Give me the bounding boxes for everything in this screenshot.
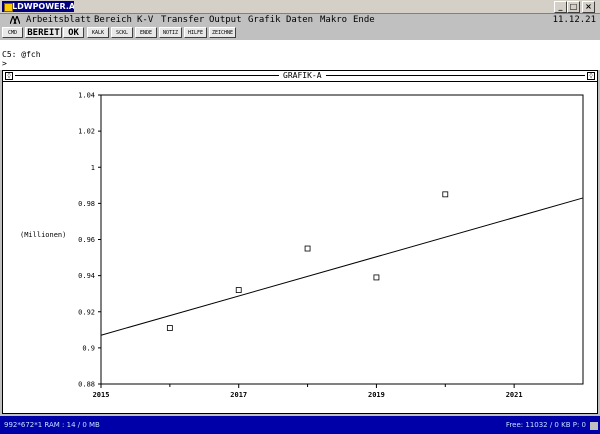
data-point [304,245,311,252]
chart-area: 0.88 0.9 0.92 0.94 0.96 0.98 1 1.02 1.04 2015 2017… [20,92,584,399]
menu-date: 11.12.21 [552,15,596,25]
title-bar[interactable]: LDWPOWER.ABC _ □ × [0,0,600,14]
y-tick-label: 0.9 [82,344,95,352]
cmd-button[interactable]: CMD [2,27,23,38]
entry-area [0,40,600,70]
y-tick-label: 0.96 [78,236,95,244]
menu-ende[interactable]: Ende [353,14,375,26]
graph-window-title: GRAFIK-A [279,71,326,80]
cell-content: @fch [21,50,41,59]
zeichne-button[interactable]: ZEICHNE [209,27,236,38]
y-tick-label: 1.02 [78,128,95,136]
status-right: Free: 11032 / 0 KB P: 0 [505,421,586,429]
minimize-button[interactable]: _ [554,1,567,13]
window-title: LDWPOWER.ABC [12,2,74,11]
data-point [373,274,380,281]
menu-grafik[interactable]: Grafik [248,14,281,26]
x-tick-label: 2021 [506,391,523,399]
data-point [166,325,173,331]
cell-entry-line[interactable]: C5: @fch [2,50,41,59]
sckl-button[interactable]: SCKL [111,27,133,38]
y-tick-label: 0.92 [78,308,95,316]
menu-daten[interactable]: Daten [286,14,313,26]
hilfe-button[interactable]: HILFE [184,27,207,38]
menu-k-v[interactable]: K-V [137,14,153,26]
x-tick-label: 2019 [368,391,385,399]
menu-output[interactable]: Output [209,14,242,26]
app-window: LDWPOWER.ABC _ □ × Arbeitsblatt Bereich … [0,0,600,434]
x-tick-label: 2017 [230,391,247,399]
trend-line [100,197,584,336]
resize-grip-icon[interactable] [590,422,598,430]
plot-frame [100,94,584,385]
graph-window-right-box[interactable]: ◊ [587,72,595,80]
menu-bar: Arbeitsblatt Bereich K-V Transfer Output… [0,14,600,26]
y-axis-label: (Millionen) [20,231,66,239]
command-prompt[interactable]: > [2,59,7,68]
app-icon [4,3,13,12]
y-tick-label: 0.94 [78,272,95,280]
bereit-button[interactable]: BEREIT [25,27,62,38]
graph-window-left-box[interactable]: ◊ [5,72,13,80]
menu-transfer[interactable]: Transfer [161,14,204,26]
y-tick-label: 0.88 [78,381,95,389]
data-point [235,287,242,293]
cell-reference: C5: [2,50,17,59]
menu-bereich[interactable]: Bereich [94,14,132,26]
kalk-button[interactable]: KALK [87,27,109,38]
maximize-button[interactable]: □ [567,1,580,13]
button-toolbar: CMD BEREIT OK KALK SCKL ENDE NOTIZ HILFE… [0,26,600,40]
menu-arbeitsblatt[interactable]: Arbeitsblatt [26,14,91,26]
notiz-button[interactable]: NOTIZ [159,27,182,38]
close-button[interactable]: × [582,1,595,13]
y-tick-label: 1.04 [78,92,95,100]
graph-window: ◊ GRAFIK-A ◊ 0.88 0.9 0.92 0.94 0.96 0.98 1 1.0… [2,70,598,414]
y-tick-label: 0.98 [78,200,95,208]
ende-button[interactable]: ENDE [135,27,157,38]
window-caption: LDWPOWER.ABC [2,1,74,12]
data-point [442,191,449,198]
app-logo-icon [10,16,20,24]
ok-button[interactable]: OK [63,27,84,38]
x-tick-label: 2015 [93,391,110,399]
y-tick-label: 1 [91,164,95,172]
menu-makro[interactable]: Makro [320,14,347,26]
status-left: 992*672*1 RAM : 14 / 0 MB [4,421,100,429]
status-bar: 992*672*1 RAM : 14 / 0 MB Free: 11032 / … [0,416,600,434]
